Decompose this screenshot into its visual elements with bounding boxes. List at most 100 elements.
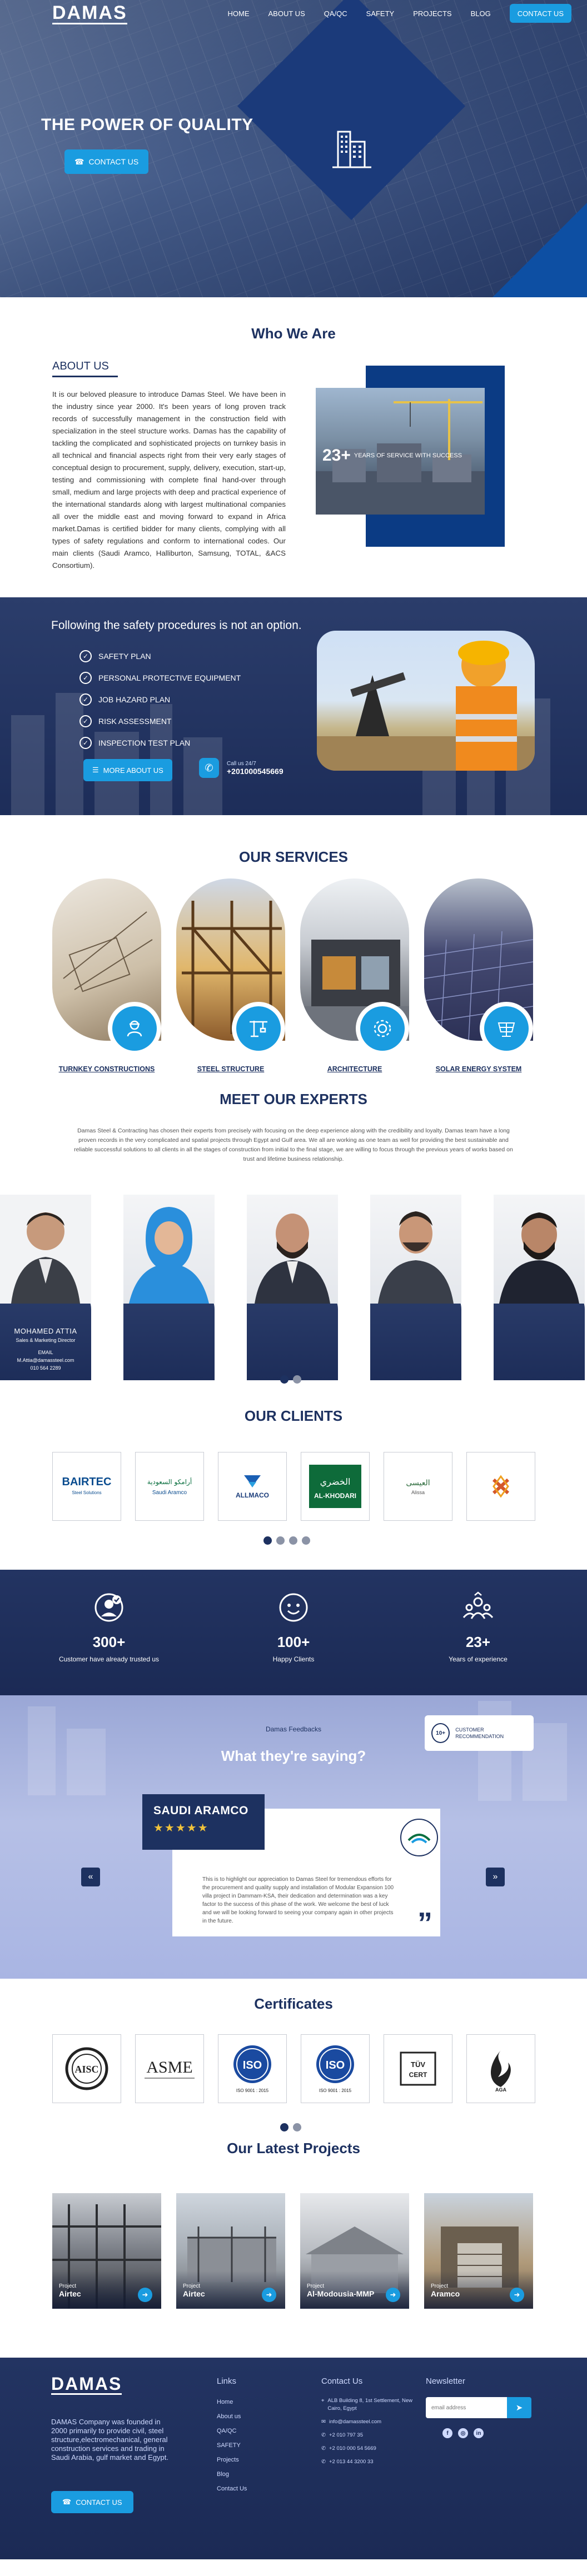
expert-email[interactable]: M.Attia@damassteel.com xyxy=(17,1357,74,1363)
contact-address: ALB Building 8, 1st Settlement, New Cair… xyxy=(327,2398,412,2412)
instagram-icon[interactable]: ◎ xyxy=(458,2428,468,2438)
svg-text:ISO: ISO xyxy=(326,2059,345,2071)
service-label[interactable]: ARCHITECTURE xyxy=(300,1065,409,1073)
expert-email-label: EMAIL xyxy=(38,1350,53,1355)
projects-title: Our Latest Projects xyxy=(227,2140,360,2156)
stat-label: Happy Clients xyxy=(272,1655,315,1663)
logo[interactable]: DAMAS xyxy=(52,3,127,24)
hero-corner xyxy=(493,203,587,297)
expert-card[interactable] xyxy=(370,1195,461,1380)
pagination-dot[interactable] xyxy=(289,1536,297,1545)
pagination-dot[interactable] xyxy=(280,2123,288,2131)
project-card[interactable]: Project Aramco ➜ xyxy=(424,2193,533,2309)
project-card[interactable]: Project Airtec ➜ xyxy=(52,2193,161,2309)
expert-card[interactable] xyxy=(494,1195,585,1380)
safety-section: Following the safety procedures is not a… xyxy=(0,597,587,815)
testimonials-title: What they're saying? xyxy=(221,1748,366,1764)
clients-pagination xyxy=(263,1536,310,1545)
service-card[interactable]: ARCHITECTURE xyxy=(300,878,409,1073)
svg-text:أرامكو السعودية: أرامكو السعودية xyxy=(147,1477,192,1486)
newsletter-email-input[interactable] xyxy=(426,2397,507,2418)
service-card[interactable]: SOLAR ENERGY SYSTEM xyxy=(424,878,533,1073)
footer-description: DAMAS Company was founded in 2000 primar… xyxy=(51,2418,169,2462)
stat-number: 23+ xyxy=(465,1634,491,1650)
linkedin-icon[interactable]: in xyxy=(474,2428,484,2438)
pagination-dot[interactable] xyxy=(276,1536,285,1545)
facebook-icon[interactable]: f xyxy=(442,2428,452,2438)
service-label[interactable]: TURNKEY CONSTRUCTIONS xyxy=(52,1065,161,1073)
pagination-dot[interactable] xyxy=(280,1375,288,1384)
footer-contact-button[interactable]: ☎ CONTACT US xyxy=(51,2491,133,2513)
pagination-dot[interactable] xyxy=(293,1375,301,1384)
arrow-right-icon[interactable]: ➜ xyxy=(262,2288,276,2302)
footer-link-about[interactable]: About us xyxy=(217,2409,247,2424)
svg-text:AL-KHODARI: AL-KHODARI xyxy=(314,1492,356,1500)
service-card[interactable]: STEEL STRUCTURE xyxy=(176,878,285,1073)
nav-home[interactable]: HOME xyxy=(228,9,250,18)
pagination-dot[interactable] xyxy=(302,1536,310,1545)
safety-title: Following the safety procedures is not a… xyxy=(51,619,302,632)
project-label: Project xyxy=(431,2283,449,2289)
arrow-right-icon[interactable]: ➜ xyxy=(386,2288,400,2302)
nav-safety[interactable]: SAFETY xyxy=(366,9,395,18)
service-card[interactable]: TURNKEY CONSTRUCTIONS xyxy=(52,878,161,1073)
next-arrow-icon[interactable]: » xyxy=(486,1868,505,1886)
more-about-button[interactable]: ☰ MORE ABOUT US xyxy=(83,759,172,781)
project-card[interactable]: Project Al-Modousia-MMP ➜ xyxy=(300,2193,409,2309)
expert-phone: 010 564 2289 xyxy=(30,1365,61,1371)
call-block[interactable]: ✆ Call us 24/7 +201000545669 xyxy=(199,758,283,778)
footer-link-qaqc[interactable]: QA/QC xyxy=(217,2424,247,2438)
expert-card[interactable]: MOHAMED ATTIA Sales & Marketing Director… xyxy=(0,1195,91,1380)
nav-contact-button[interactable]: CONTACT US xyxy=(509,4,571,23)
client-logo xyxy=(466,1452,535,1521)
phone-icon: ✆ xyxy=(321,2445,326,2452)
expert-card[interactable] xyxy=(123,1195,215,1380)
pagination-dot[interactable] xyxy=(263,1536,272,1545)
experts-section: MEET OUR EXPERTS Damas Steel & Contracti… xyxy=(0,1091,587,1391)
nav-qaqc[interactable]: QA/QC xyxy=(324,9,347,18)
nav-projects[interactable]: PROJECTS xyxy=(413,9,451,18)
footer-link-home[interactable]: Home xyxy=(217,2395,247,2409)
top-nav: DAMAS HOME ABOUT US QA/QC SAFETY PROJECT… xyxy=(0,0,587,27)
client-logo: العيسى Alissa xyxy=(384,1452,452,1521)
prev-arrow-icon[interactable]: « xyxy=(81,1868,100,1886)
certificate-logo: ASME xyxy=(135,2034,204,2103)
phone-icon: ✆ xyxy=(321,2459,326,2465)
svg-text:Saudi Aramco: Saudi Aramco xyxy=(152,1490,187,1496)
send-icon[interactable]: ➤ xyxy=(507,2397,531,2418)
check-icon: ✓ xyxy=(79,671,92,684)
arrow-right-icon[interactable]: ➜ xyxy=(510,2288,524,2302)
footer-link-safety[interactable]: SAFETY xyxy=(217,2438,247,2453)
footer-logo[interactable]: DAMAS xyxy=(51,2374,122,2395)
footer-link-projects[interactable]: Projects xyxy=(217,2453,247,2467)
services-title: OUR SERVICES xyxy=(238,848,348,865)
nav-blog[interactable]: BLOG xyxy=(471,9,491,18)
certificate-logo: AGA xyxy=(466,2034,535,2103)
footer-link-blog[interactable]: Blog xyxy=(217,2467,247,2482)
service-label[interactable]: STEEL STRUCTURE xyxy=(176,1065,285,1073)
stat-number: 300+ xyxy=(92,1634,126,1650)
footer-newsletter: Newsletter ➤ f ◎ in xyxy=(426,2377,531,2438)
hero-title: THE POWER OF QUALITY xyxy=(41,116,253,134)
project-label: Project xyxy=(59,2283,77,2289)
svg-text:CERT: CERT xyxy=(409,2071,427,2079)
contact-email[interactable]: info@damassteel.com xyxy=(329,2418,381,2426)
nav-about[interactable]: ABOUT US xyxy=(268,9,305,18)
footer: DAMAS DAMAS Company was founded in 2000 … xyxy=(0,2358,587,2559)
project-label: Project xyxy=(183,2283,201,2289)
stat-block: 100+ Happy Clients xyxy=(227,1591,360,1663)
expert-card[interactable] xyxy=(247,1195,338,1380)
footer-link-contact[interactable]: Contact Us xyxy=(217,2482,247,2496)
contact-phone[interactable]: +2 010 797 35 xyxy=(329,2432,363,2439)
arrow-right-icon[interactable]: ➜ xyxy=(138,2288,152,2302)
pagination-dot[interactable] xyxy=(293,2123,301,2131)
service-label[interactable]: SOLAR ENERGY SYSTEM xyxy=(424,1065,533,1073)
contact-phone[interactable]: +2 010 000 54 5669 xyxy=(329,2445,376,2453)
project-card[interactable]: Project Airtec ➜ xyxy=(176,2193,285,2309)
projects-section: Our Latest Projects Project Airtec ➜ Proj… xyxy=(0,2140,587,2358)
contact-phone[interactable]: +2 013 44 3200 33 xyxy=(329,2458,374,2466)
hero-contact-button[interactable]: ☎ CONTACT US xyxy=(64,149,149,174)
safety-item: ✓ JOB HAZARD PLAN xyxy=(79,688,241,710)
testimonial-company-tab: SAUDI ARAMCO ★★★★★ xyxy=(142,1794,265,1850)
svg-text:AISC: AISC xyxy=(74,2064,98,2075)
